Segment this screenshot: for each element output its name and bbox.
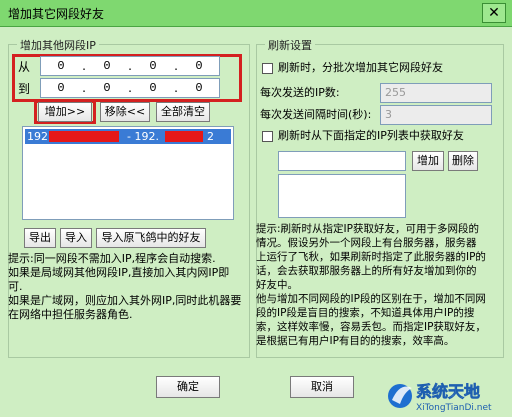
refresh-settings-legend: 刷新设置: [265, 37, 315, 53]
cancel-button[interactable]: 取消: [290, 376, 354, 398]
specified-ip-list[interactable]: [278, 174, 406, 218]
batch-refresh-label: 刷新时，分批次增加其它网段好友: [278, 61, 443, 74]
add-ip-button[interactable]: 增加: [412, 151, 444, 171]
specified-ip-input[interactable]: [278, 151, 406, 171]
export-button[interactable]: 导出: [24, 228, 56, 248]
batch-refresh-checkbox[interactable]: [262, 63, 273, 74]
redacted-ip-segment: [49, 131, 119, 142]
to-label: 到: [18, 82, 31, 96]
ip-range-list[interactable]: 192. - 192. 2: [22, 126, 234, 220]
from-ip-input[interactable]: 0. 0. 0. 0: [40, 56, 220, 76]
from-list-checkbox[interactable]: [262, 131, 273, 142]
clear-all-button[interactable]: 全部清空: [156, 102, 210, 122]
to-ip-input[interactable]: 0. 0. 0. 0: [40, 78, 220, 98]
add-range-button[interactable]: 增加>>: [38, 102, 92, 122]
ok-button[interactable]: 确定: [156, 376, 220, 398]
ip-count-field[interactable]: 255: [380, 83, 492, 103]
close-icon: ✕: [488, 5, 500, 21]
import-button[interactable]: 导入: [60, 228, 92, 248]
right-hint-text: 提示:刷新时从指定IP获取好友，可用于多网段的 情况。假设另外一个网段上有台服务…: [256, 223, 486, 347]
redacted-ip-segment: [165, 131, 203, 142]
close-button[interactable]: ✕: [482, 3, 506, 23]
interval-label: 每次发送间隔时间(秒):: [260, 108, 372, 121]
import-feige-friends-button[interactable]: 导入原飞鸽中的好友: [96, 228, 206, 248]
interval-field[interactable]: 3: [380, 105, 492, 125]
list-item[interactable]: 192. - 192. 2: [25, 129, 231, 144]
svg-text:XiTongTianDi.net: XiTongTianDi.net: [416, 403, 492, 413]
window-title: 增加其它网段好友: [8, 7, 105, 21]
add-other-segment-friends-dialog: 增加其它网段好友 ✕ 增加其他网段IP 从 0. 0. 0. 0 到 0. 0.…: [0, 0, 512, 416]
add-segment-ip-legend: 增加其他网段IP: [17, 37, 99, 53]
delete-ip-button[interactable]: 删除: [448, 151, 478, 171]
watermark-logo-icon: 系统天地 XiTongTianDi.net: [388, 382, 492, 413]
title-bar: 增加其它网段好友 ✕: [0, 0, 512, 27]
svg-text:系统天地: 系统天地: [416, 382, 480, 401]
site-watermark: 系统天地 XiTongTianDi.net: [386, 378, 506, 414]
from-list-label: 刷新时从下面指定的IP列表中获取好友: [278, 129, 464, 142]
left-hint-text: 提示:同一网段不需加入IP,程序会自动搜索. 如果是局域网其他网段IP,直接加入…: [8, 252, 242, 321]
remove-range-button[interactable]: 移除<<: [100, 102, 150, 122]
from-label: 从: [18, 60, 31, 74]
ip-count-label: 每次发送的IP数:: [260, 86, 340, 99]
